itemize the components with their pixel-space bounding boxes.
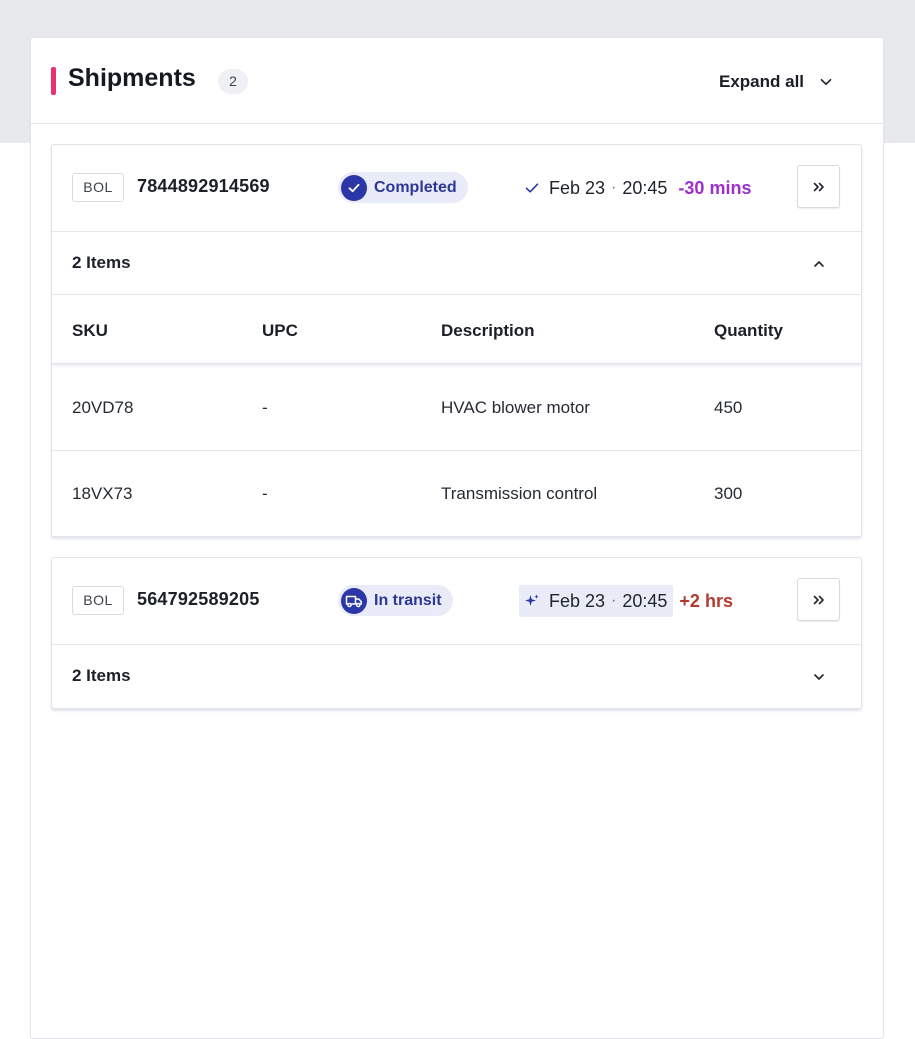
cell-description: Transmission control xyxy=(441,484,598,503)
eta-separator: · xyxy=(611,179,617,196)
column-header-quantity: Quantity xyxy=(714,321,783,340)
page-title: Shipments xyxy=(68,64,196,92)
cell-upc: - xyxy=(262,484,268,503)
table-row: 20VD78 - HVAC blower motor 450 xyxy=(52,365,861,451)
status-badge: In transit xyxy=(338,585,453,616)
eta-info: Feb 23 · 20:45 -30 mins xyxy=(524,172,751,204)
eta-estimate-highlight: Feb 23 · 20:45 xyxy=(519,585,674,617)
eta-date: Feb 23 xyxy=(549,590,606,611)
column-header-description: Description xyxy=(441,321,535,340)
eta-info: Feb 23 · 20:45 +2 hrs xyxy=(519,585,733,617)
cell-sku: 20VD78 xyxy=(72,398,134,417)
truck-icon xyxy=(341,587,367,614)
items-count-label: 2 Items xyxy=(72,666,131,685)
items-count-label: 2 Items xyxy=(72,253,131,272)
table-row: 18VX73 - Transmission control 300 xyxy=(52,451,861,536)
expand-all-label: Expand all xyxy=(719,72,805,91)
shipment-count-badge: 2 xyxy=(218,69,248,94)
shipment-header: BOL 7844892914569 Completed Feb 23 · 20:… xyxy=(52,145,861,232)
bol-number: 564792589205 xyxy=(137,589,260,609)
eta-time: 20:45 xyxy=(622,177,668,198)
items-table-header: SKU UPC Description Quantity xyxy=(52,295,861,364)
column-header-upc: UPC xyxy=(262,321,298,340)
sparkle-icon xyxy=(525,594,539,606)
chevron-up-icon xyxy=(814,261,824,267)
chevron-down-icon xyxy=(820,78,832,86)
expand-all-button[interactable]: Expand all xyxy=(719,68,832,96)
open-shipment-button[interactable] xyxy=(797,578,840,621)
panel-header: Shipments 2 Expand all xyxy=(31,38,883,124)
eta-time: 20:45 xyxy=(622,590,668,611)
check-icon xyxy=(341,174,367,201)
cell-quantity: 450 xyxy=(714,398,743,417)
bol-tag: BOL xyxy=(72,173,124,202)
chevrons-right-icon xyxy=(813,595,824,604)
open-shipment-button[interactable] xyxy=(797,165,840,208)
eta-delta: -30 mins xyxy=(678,177,752,198)
check-icon xyxy=(525,183,539,193)
shipment-card: BOL 564792589205 In transit Feb 23 · 20:… xyxy=(51,557,862,709)
eta-separator: · xyxy=(611,592,617,609)
status-label: Completed xyxy=(374,178,457,196)
items-toggle[interactable]: 2 Items xyxy=(52,645,861,707)
shipment-header: BOL 564792589205 In transit Feb 23 · 20:… xyxy=(52,558,861,645)
items-toggle[interactable]: 2 Items xyxy=(52,232,861,295)
chevron-down-icon xyxy=(814,674,824,680)
eta-date: Feb 23 xyxy=(549,177,606,198)
shipment-card: BOL 7844892914569 Completed Feb 23 · 20:… xyxy=(51,144,862,537)
bol-number: 7844892914569 xyxy=(137,176,270,196)
title-accent-bar xyxy=(51,67,56,95)
chevrons-right-icon xyxy=(813,182,824,191)
column-header-sku: SKU xyxy=(72,321,108,340)
cell-quantity: 300 xyxy=(714,484,743,503)
cell-description: HVAC blower motor xyxy=(441,398,590,417)
eta-delta: +2 hrs xyxy=(679,590,733,611)
bol-tag: BOL xyxy=(72,586,124,615)
cell-upc: - xyxy=(262,398,268,417)
status-label: In transit xyxy=(374,591,442,609)
cell-sku: 18VX73 xyxy=(72,484,133,503)
status-badge: Completed xyxy=(338,172,468,203)
